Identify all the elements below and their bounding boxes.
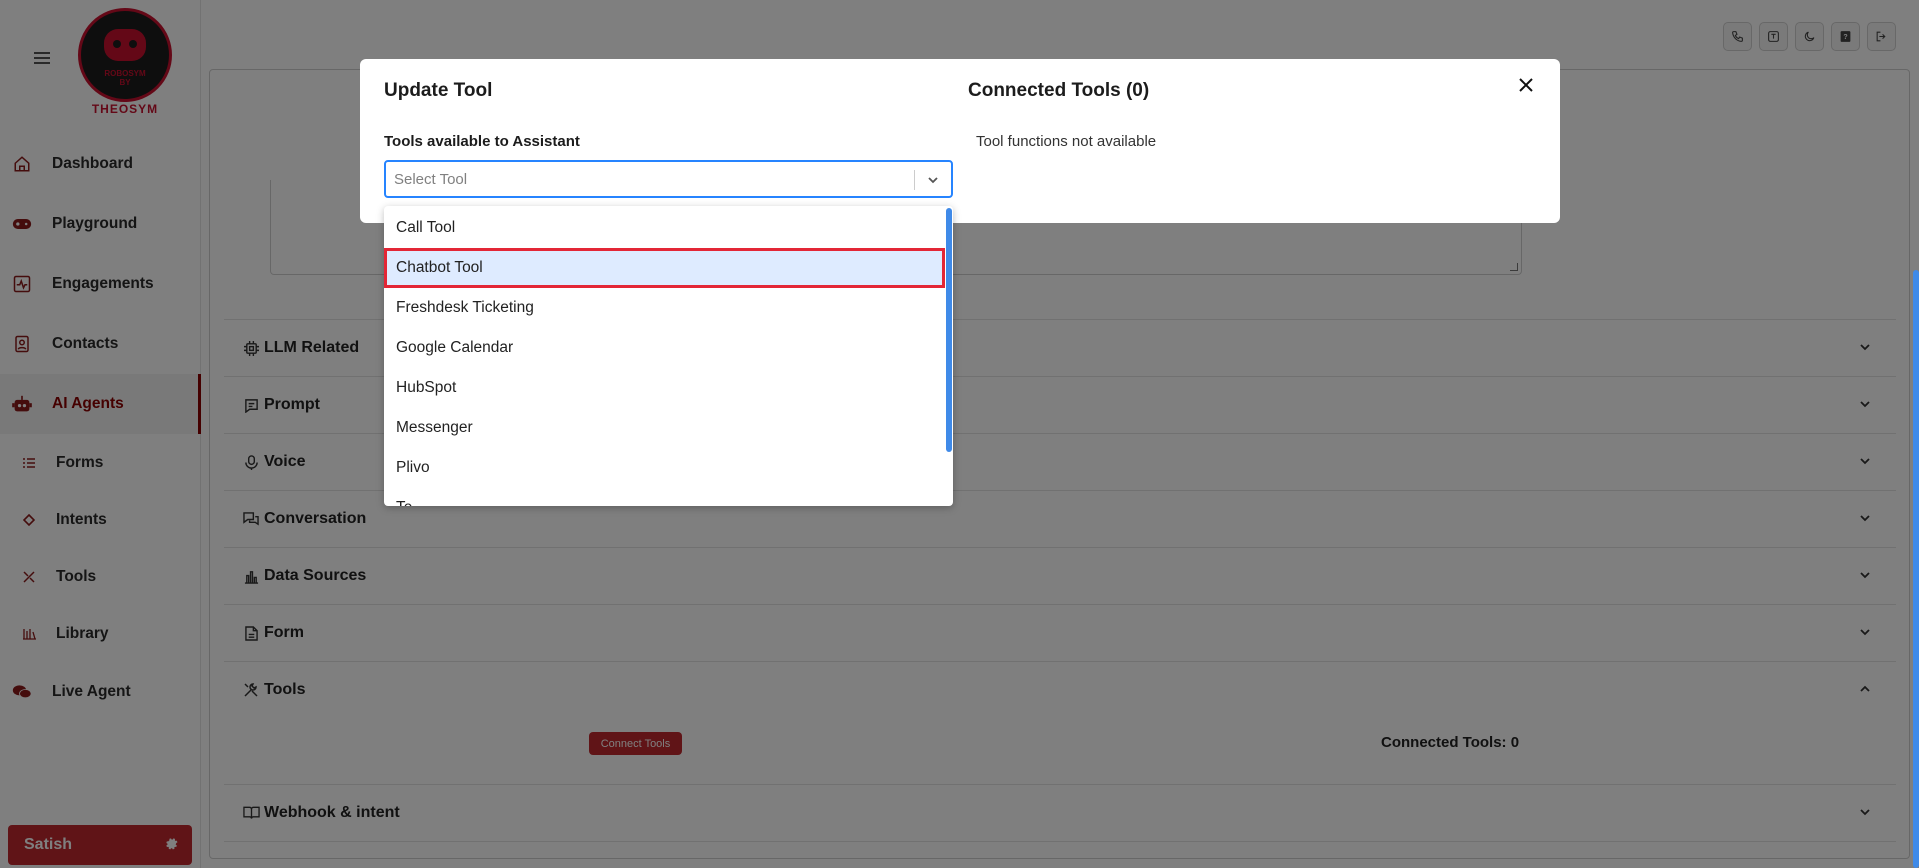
chevron-down-icon[interactable] xyxy=(923,170,943,190)
tool-dropdown-menu: Call Tool Chatbot Tool Freshdesk Ticketi… xyxy=(384,206,953,506)
dropdown-option-highlighted[interactable]: Chatbot Tool xyxy=(384,248,945,288)
dropdown-option[interactable]: HubSpot xyxy=(384,368,945,408)
dropdown-option[interactable]: Google Calendar xyxy=(384,328,945,368)
dropdown-option[interactable]: Te xyxy=(384,488,945,506)
close-icon[interactable] xyxy=(1514,73,1538,97)
page-scrollbar[interactable] xyxy=(1913,270,1919,868)
select-separator xyxy=(914,170,915,190)
dropdown-option[interactable]: Freshdesk Ticketing xyxy=(384,288,945,328)
tool-select-input[interactable] xyxy=(394,162,894,196)
dropdown-scrollbar[interactable] xyxy=(946,208,952,452)
no-functions-message: Tool functions not available xyxy=(976,133,1157,150)
connected-tools-title: Connected Tools (0) xyxy=(968,80,1150,101)
dropdown-option[interactable]: Plivo xyxy=(384,448,945,488)
modal-title: Update Tool xyxy=(384,80,493,101)
tool-select[interactable] xyxy=(384,160,953,198)
dropdown-option[interactable]: Call Tool xyxy=(384,208,945,248)
update-tool-modal: Update Tool Connected Tools (0) Tools av… xyxy=(360,59,1560,223)
dropdown-option[interactable]: Messenger xyxy=(384,408,945,448)
tools-field-label: Tools available to Assistant xyxy=(384,133,580,150)
